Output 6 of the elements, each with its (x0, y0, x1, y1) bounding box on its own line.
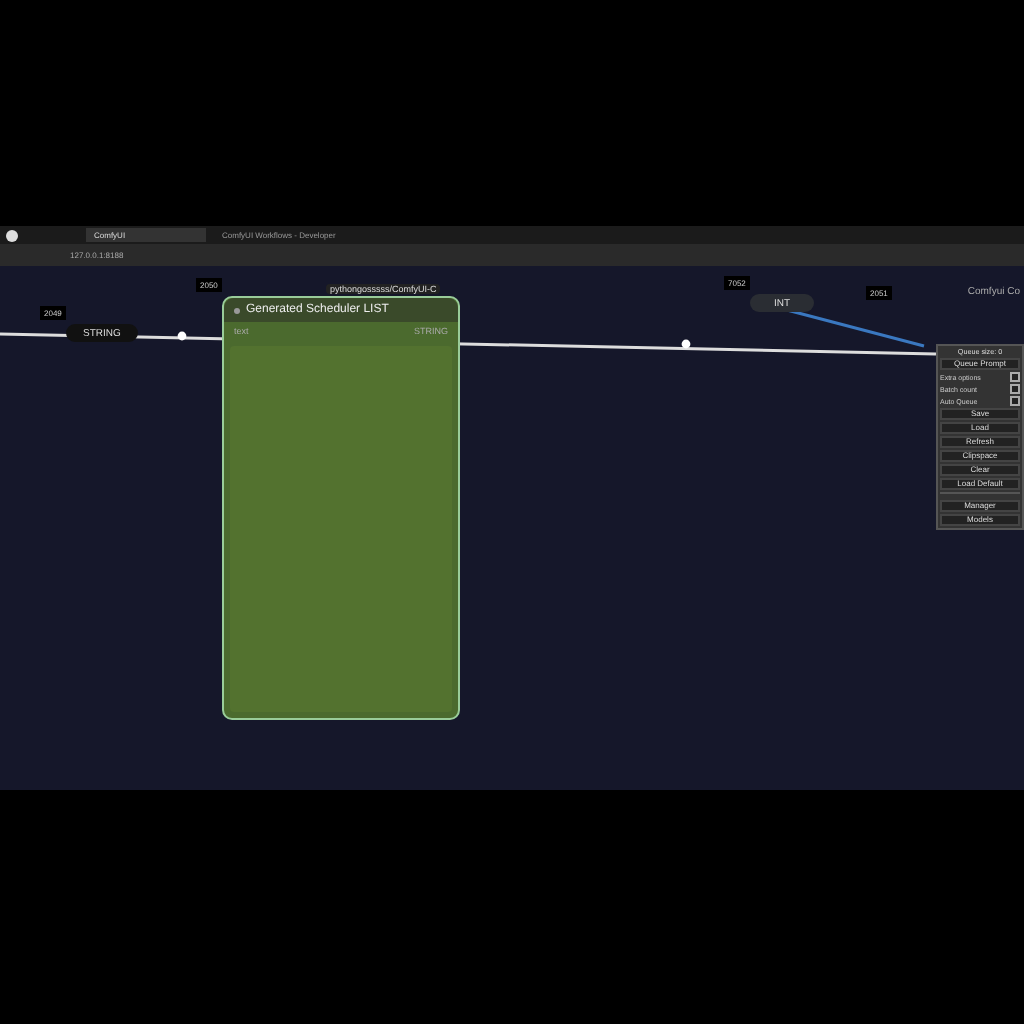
reroute-dot (177, 331, 187, 341)
checkbox[interactable] (1010, 384, 1020, 394)
reroute-dot (681, 339, 691, 349)
browser-logo-icon (6, 229, 18, 241)
checkbox[interactable] (1010, 396, 1020, 406)
checkbox[interactable] (1010, 372, 1020, 382)
